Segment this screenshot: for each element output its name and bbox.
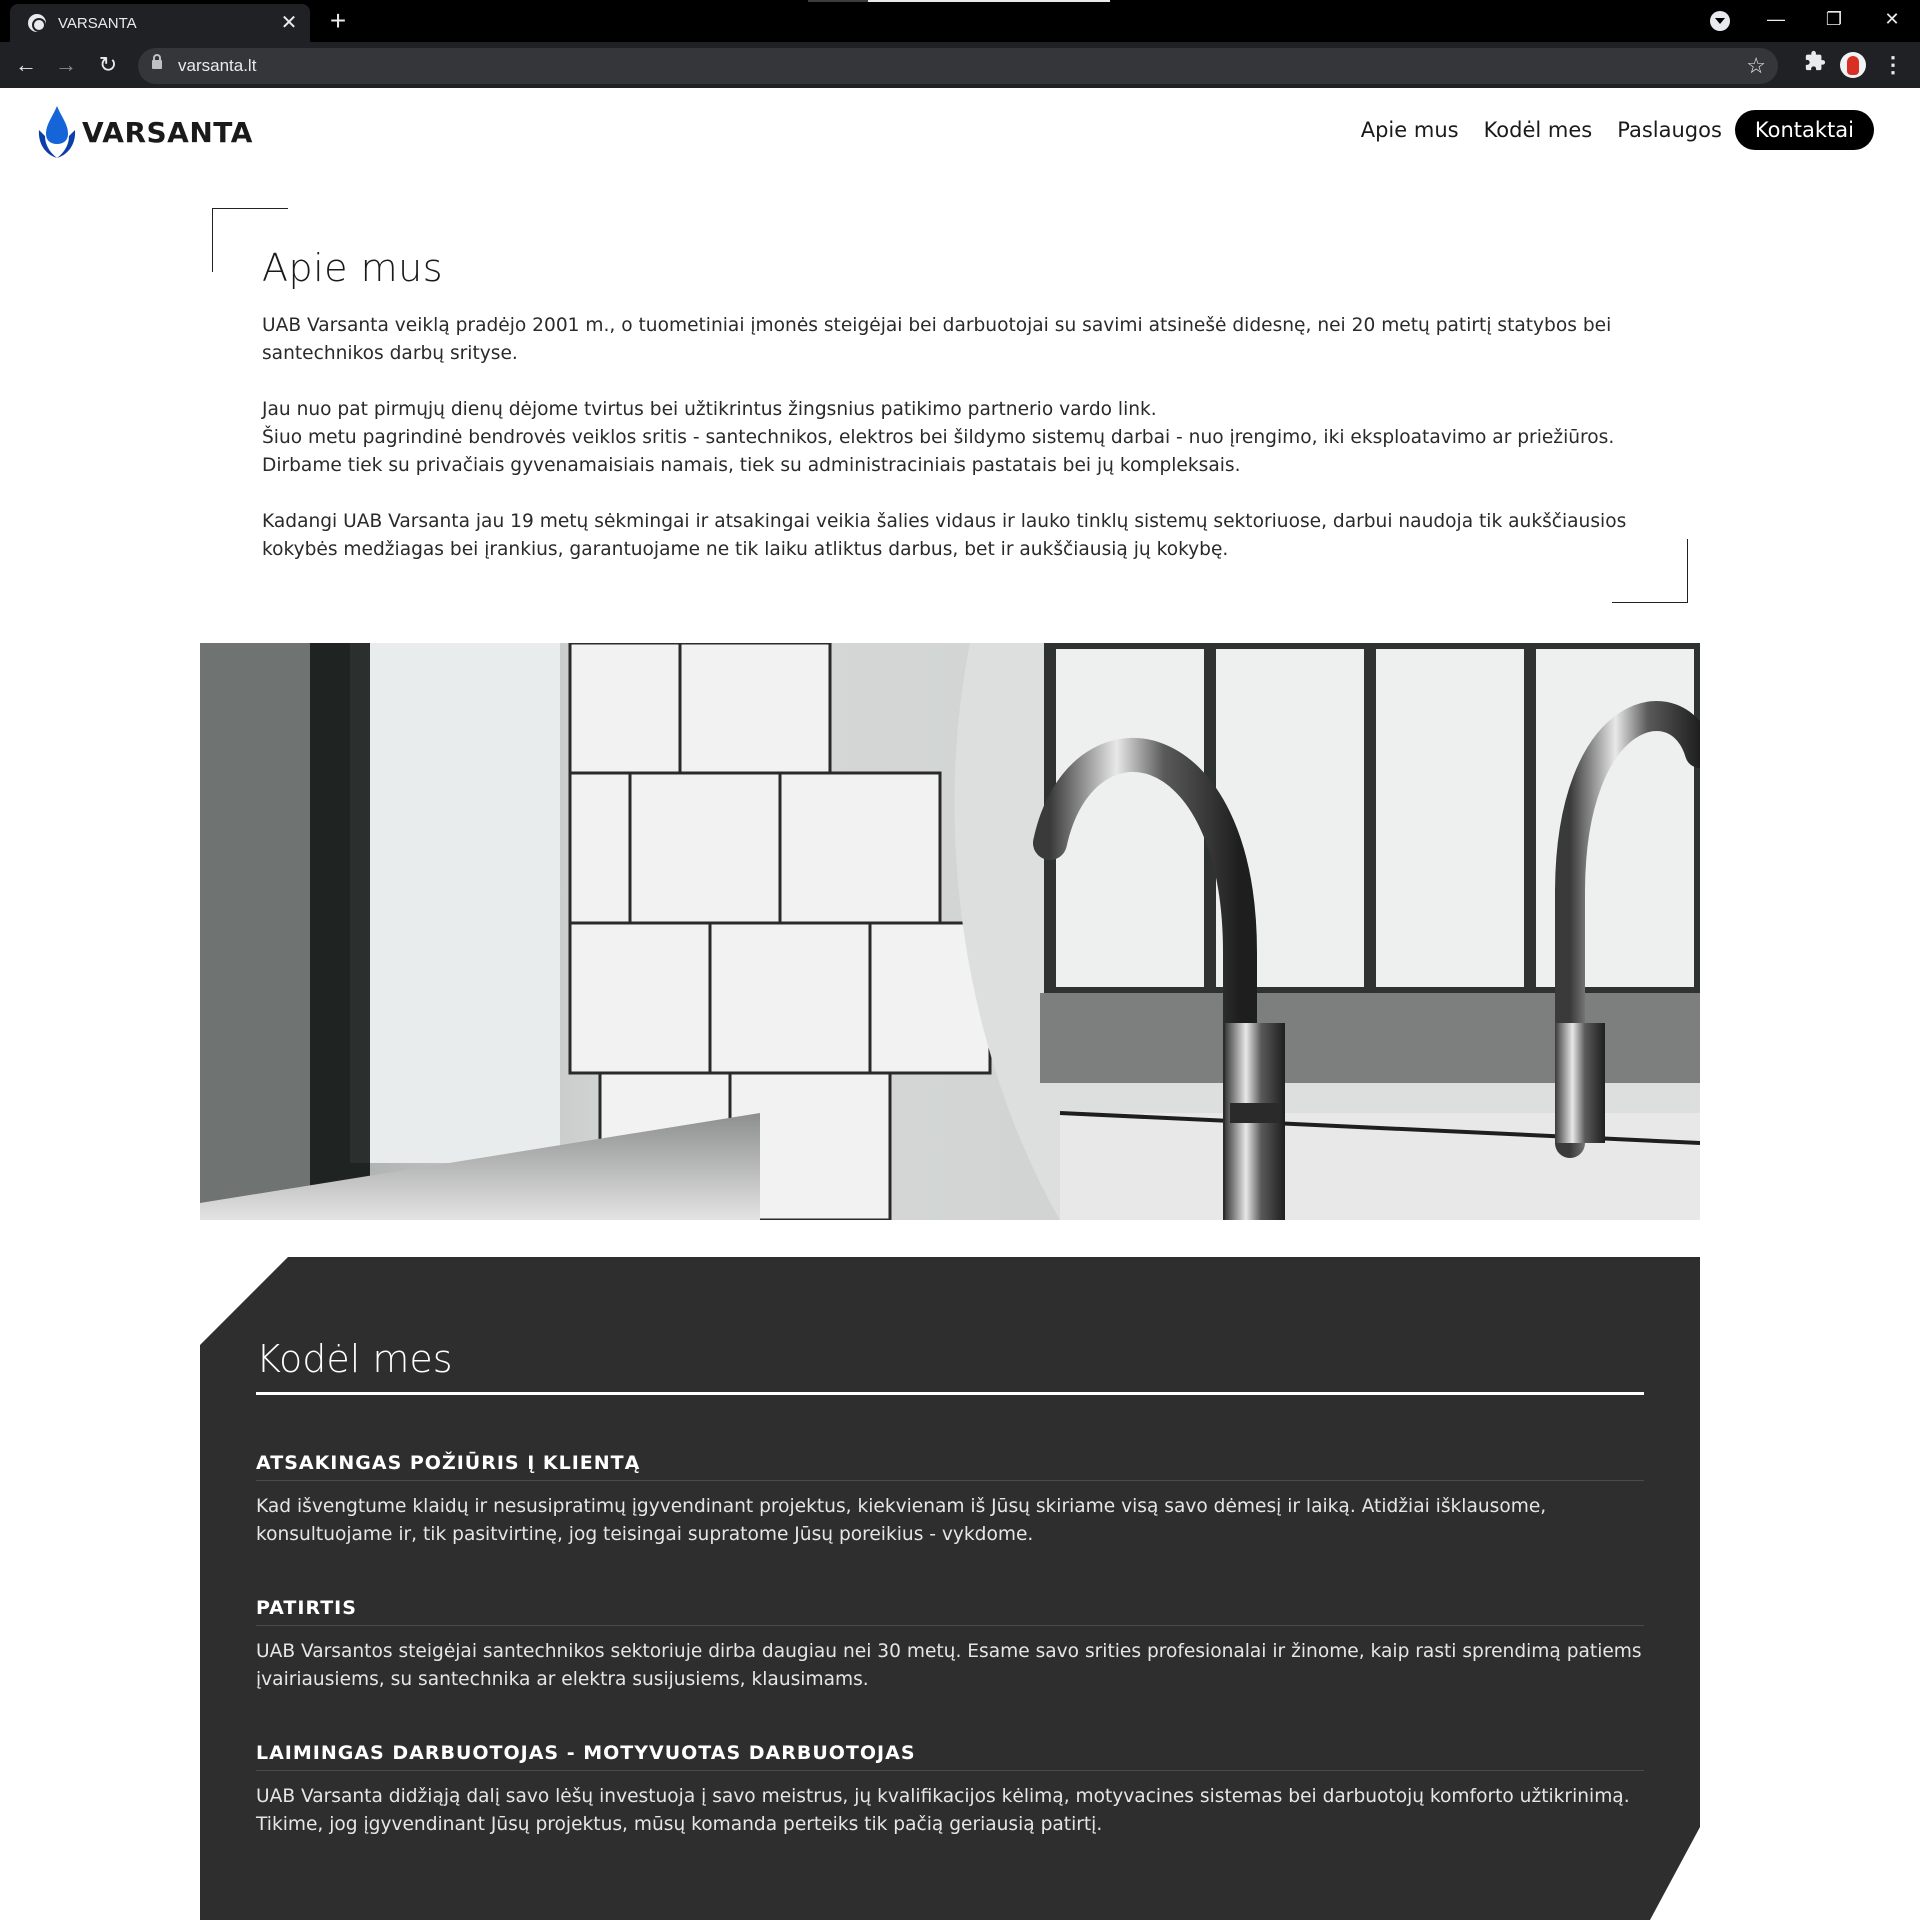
about-section: Apie mus UAB Varsanta veiklą pradėjo 200… — [212, 208, 1688, 603]
why-item-3: LAIMINGAS DARBUOTOJAS - MOTYVUOTAS DARBU… — [256, 1742, 1644, 1839]
lock-icon[interactable] — [152, 54, 162, 69]
address-bar[interactable]: varsanta.lt ☆ — [138, 48, 1778, 84]
browser-menu-icon[interactable]: ⋮ — [1878, 50, 1908, 80]
why-item-text: UAB Varsanta didžiąją dalį savo lėšų inv… — [256, 1786, 1630, 1835]
url-text[interactable]: varsanta.lt — [178, 56, 256, 76]
site-header: VARSANTA Apie mus Kodėl mes Paslaugos Ko… — [0, 88, 1920, 188]
logo-drop-icon — [38, 106, 76, 158]
globe-icon — [28, 14, 46, 32]
bookmark-star-icon[interactable]: ☆ — [1746, 53, 1766, 79]
why-item-1: ATSAKINGAS POŽIŪRIS Į KLIENTĄ Kad išveng… — [256, 1452, 1644, 1549]
browser-toolbar: ← → ↻ varsanta.lt ☆ ⋮ — [0, 42, 1920, 88]
close-window-button[interactable]: ✕ — [1864, 0, 1920, 40]
new-tab-button[interactable]: + — [322, 6, 354, 38]
why-item-text: UAB Varsantos steigėjai santechnikos sek… — [256, 1641, 1642, 1690]
nav-link-kodel-mes[interactable]: Kodėl mes — [1484, 118, 1593, 142]
why-item-text: Kad išvengtume klaidų ir nesusipratimų į… — [256, 1496, 1547, 1545]
about-paragraph-2b: Šiuo metu pagrindinė bendrovės veiklos s… — [262, 427, 1615, 476]
nav-button-kontaktai[interactable]: Kontaktai — [1734, 110, 1874, 150]
about-paragraph-2a: Jau nuo pat pirmųjų dienų dėjome tvirtus… — [262, 399, 1157, 420]
drag-strip — [808, 0, 1110, 2]
why-us-section: Kodėl mes ATSAKINGAS POŽIŪRIS Į KLIENTĄ … — [200, 1257, 1700, 1920]
about-title: Apie mus — [262, 246, 444, 290]
browser-tabstrip: VARSANTA ✕ + — ❐ ✕ — [0, 0, 1920, 42]
why-item-2: PATIRTIS UAB Varsantos steigėjai santech… — [256, 1597, 1644, 1694]
about-paragraph-1: UAB Varsanta veiklą pradėjo 2001 m., o t… — [262, 315, 1612, 364]
why-us-divider — [256, 1392, 1644, 1395]
faucet-illustration — [200, 643, 1700, 1220]
browser-tab-active[interactable]: VARSANTA ✕ — [10, 4, 310, 42]
forward-button[interactable]: → — [50, 50, 82, 82]
close-tab-icon[interactable]: ✕ — [278, 13, 300, 33]
logo-text: VARSANTA — [82, 115, 253, 149]
why-item-title: ATSAKINGAS POŽIŪRIS Į KLIENTĄ — [256, 1452, 1644, 1481]
faucet-photo — [200, 643, 1700, 1220]
reload-button[interactable]: ↻ — [92, 50, 124, 82]
site-logo[interactable]: VARSANTA — [36, 102, 253, 162]
restore-button[interactable]: ❐ — [1806, 0, 1862, 40]
nav-link-apie-mus[interactable]: Apie mus — [1361, 118, 1459, 142]
why-us-title: Kodėl mes — [256, 1337, 453, 1381]
extensions-icon[interactable] — [1800, 50, 1830, 80]
profile-avatar[interactable] — [1840, 52, 1866, 78]
main-nav: Apie mus Kodėl mes Paslaugos Kontaktai — [1336, 110, 1874, 150]
why-item-title: PATIRTIS — [256, 1597, 1644, 1626]
tab-title: VARSANTA — [58, 14, 137, 32]
minimize-button[interactable]: — — [1748, 0, 1804, 40]
tab-search-icon[interactable] — [1710, 11, 1730, 31]
about-body: UAB Varsanta veiklą pradėjo 2001 m., o t… — [262, 312, 1662, 592]
nav-link-paslaugos[interactable]: Paslaugos — [1617, 118, 1722, 142]
back-button[interactable]: ← — [10, 50, 42, 82]
why-item-title: LAIMINGAS DARBUOTOJAS - MOTYVUOTAS DARBU… — [256, 1742, 1644, 1771]
about-paragraph-3: Kadangi UAB Varsanta jau 19 metų sėkming… — [262, 511, 1627, 560]
